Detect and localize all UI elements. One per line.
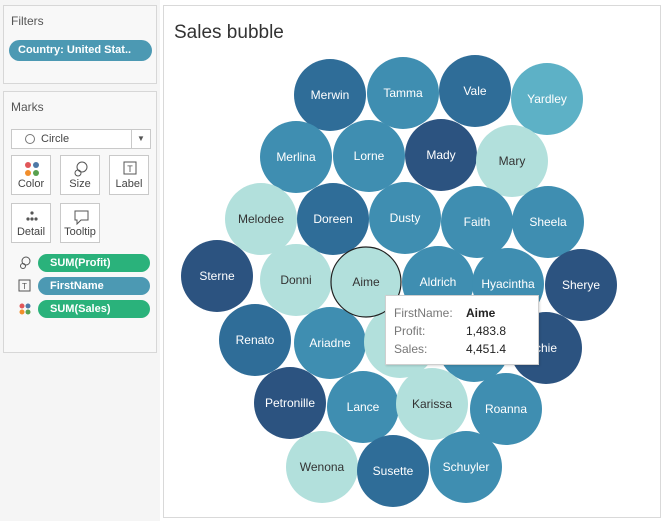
bubble-label: Faith — [464, 215, 491, 229]
tooltip-key-profit: Profit: — [394, 324, 426, 338]
bubble[interactable]: Donni — [260, 244, 332, 316]
bubble-label: Sheela — [529, 215, 567, 229]
bubble[interactable]: Renato — [219, 304, 291, 376]
bubble[interactable]: Faith — [441, 186, 513, 258]
bubble[interactable]: Mady — [405, 119, 477, 191]
bubble-label: Doreen — [313, 212, 352, 226]
bubble-label: Lorne — [354, 149, 385, 163]
tooltip-key-sales: Sales: — [394, 342, 428, 356]
bubble[interactable]: Doreen — [297, 183, 369, 255]
bubble-label: Renato — [236, 333, 275, 347]
bubble[interactable]: Ariadne — [294, 307, 366, 379]
bubble[interactable]: Vale — [439, 55, 511, 127]
bubble-label: Wenona — [300, 460, 345, 474]
bubble-label: Ariadne — [309, 336, 351, 350]
bubble[interactable]: Wenona — [286, 431, 358, 503]
bubble-chart: Merwin Tamma Vale Yardley Merlina Lorne Mady Ma… — [181, 55, 617, 507]
bubble-label: Petronille — [265, 396, 315, 410]
tooltip-key-firstname: FirstName: — [394, 306, 453, 320]
bubble-label: Hyacintha — [481, 277, 535, 291]
bubble[interactable]: Susette — [357, 435, 429, 507]
bubble-label: Karissa — [412, 397, 452, 411]
bubble-label: Sherye — [562, 278, 600, 292]
bubble[interactable]: Sherye — [545, 249, 617, 321]
bubble-label: Melodee — [238, 212, 284, 226]
bubble-label: Aldrich — [420, 275, 457, 289]
bubble-label: Merlina — [276, 150, 316, 164]
bubble[interactable]: Yardley — [511, 63, 583, 135]
bubble[interactable]: Melodee — [225, 183, 297, 255]
bubble-label: Lance — [347, 400, 380, 414]
bubble[interactable]: Sheela — [512, 186, 584, 258]
bubble-label: Vale — [463, 84, 486, 98]
tooltip: FirstName: Aime Profit: 1,483.8 Sales: 4… — [385, 295, 539, 365]
bubble-label: Merwin — [311, 88, 350, 102]
bubble-label: Susette — [373, 464, 414, 478]
bubble-label: Yardley — [527, 92, 567, 106]
bubble[interactable]: Mary — [476, 125, 548, 197]
bubble[interactable]: Schuyler — [430, 431, 502, 503]
bubble-label: Mary — [499, 154, 526, 168]
bubble[interactable]: Sterne — [181, 240, 253, 312]
bubble[interactable]: Merwin — [294, 59, 366, 131]
bubble-label: Mady — [426, 148, 455, 162]
bubble-label: Dusty — [390, 211, 421, 225]
bubble[interactable]: Tamma — [367, 57, 439, 129]
bubble[interactable]: Merlina — [260, 121, 332, 193]
bubble[interactable]: Dusty — [369, 182, 441, 254]
tooltip-value-profit: 1,483.8 — [466, 324, 507, 338]
bubble-label: Schuyler — [443, 460, 490, 474]
bubble-label: Tamma — [383, 86, 423, 100]
bubble[interactable]: Karissa — [396, 368, 468, 440]
bubble[interactable]: Lance — [327, 371, 399, 443]
bubble-label: Sterne — [199, 269, 235, 283]
bubble-label: Roanna — [485, 402, 527, 416]
bubble[interactable]: Petronille — [254, 367, 326, 439]
bubble-label: Donni — [280, 273, 311, 287]
bubble-label: Aime — [352, 275, 380, 289]
bubble[interactable]: Lorne — [333, 120, 405, 192]
tooltip-value-firstname: Aime — [466, 306, 496, 320]
tooltip-value-sales: 4,451.4 — [466, 342, 507, 356]
